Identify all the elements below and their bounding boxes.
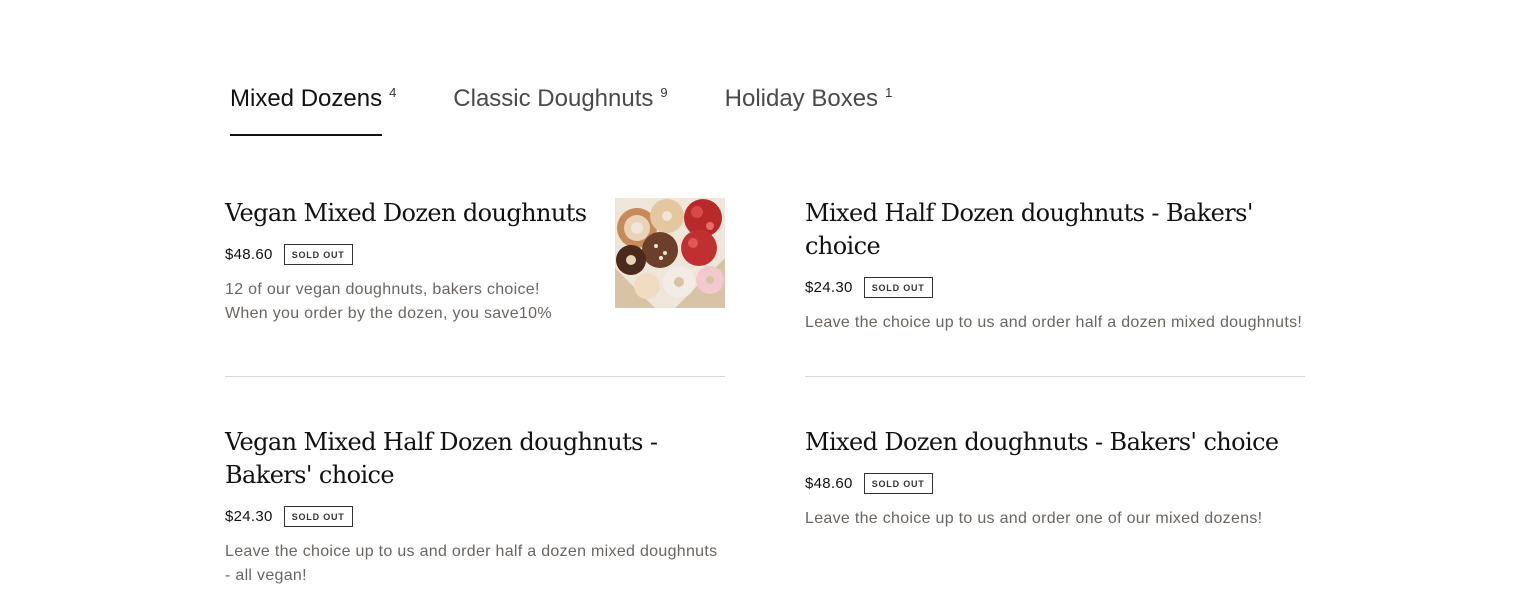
product-description: Leave the choice up to us and order one … (805, 510, 1263, 527)
sold-out-badge: SOLD OUT (863, 473, 933, 494)
category-tabs: Mixed Dozens 4 Classic Doughnuts 9 Holid… (230, 84, 949, 136)
product-title[interactable]: Vegan Mixed Dozen doughnuts (225, 197, 595, 230)
sold-out-badge: SOLD OUT (283, 244, 353, 265)
product-title[interactable]: Mixed Dozen doughnuts - Bakers' choice (805, 426, 1305, 459)
product-price: $48.60 (805, 475, 853, 492)
tab-count: 4 (389, 85, 397, 100)
sold-out-badge: SOLD OUT (863, 277, 933, 298)
tab-count: 9 (660, 85, 668, 100)
product-title[interactable]: Vegan Mixed Half Dozen doughnuts - Baker… (225, 426, 725, 492)
price-row: $24.30 SOLD OUT (225, 506, 725, 527)
price-row: $48.60 SOLD OUT (805, 473, 1305, 494)
doughnut-box-photo (615, 198, 725, 308)
product-price: $24.30 (225, 508, 273, 525)
item-divider (805, 376, 1305, 377)
tab-label: Mixed Dozens (230, 84, 383, 136)
tab-mixed-dozens[interactable]: Mixed Dozens 4 (230, 84, 396, 136)
tab-label: Classic Doughnuts (453, 85, 654, 112)
product-image[interactable] (615, 198, 725, 308)
product-item[interactable]: Vegan Mixed Half Dozen doughnuts - Baker… (225, 426, 725, 588)
tab-count: 1 (885, 85, 893, 100)
product-description: Leave the choice up to us and order half… (805, 314, 1303, 331)
sold-out-badge: SOLD OUT (283, 506, 353, 527)
tab-holiday-boxes[interactable]: Holiday Boxes 1 (725, 84, 893, 136)
product-title[interactable]: Mixed Half Dozen doughnuts - Bakers' cho… (805, 197, 1305, 263)
tab-classic-doughnuts[interactable]: Classic Doughnuts 9 (453, 84, 667, 136)
product-item[interactable]: Mixed Half Dozen doughnuts - Bakers' cho… (805, 197, 1305, 335)
product-price: $48.60 (225, 246, 273, 263)
product-description: 12 of our vegan doughnuts, bakers choice… (225, 281, 552, 322)
product-item[interactable]: Mixed Dozen doughnuts - Bakers' choice $… (805, 426, 1305, 531)
product-price: $24.30 (805, 279, 853, 296)
price-row: $24.30 SOLD OUT (805, 277, 1305, 298)
item-divider (225, 376, 725, 377)
tab-label: Holiday Boxes (724, 85, 879, 112)
product-description: Leave the choice up to us and order half… (225, 543, 718, 584)
